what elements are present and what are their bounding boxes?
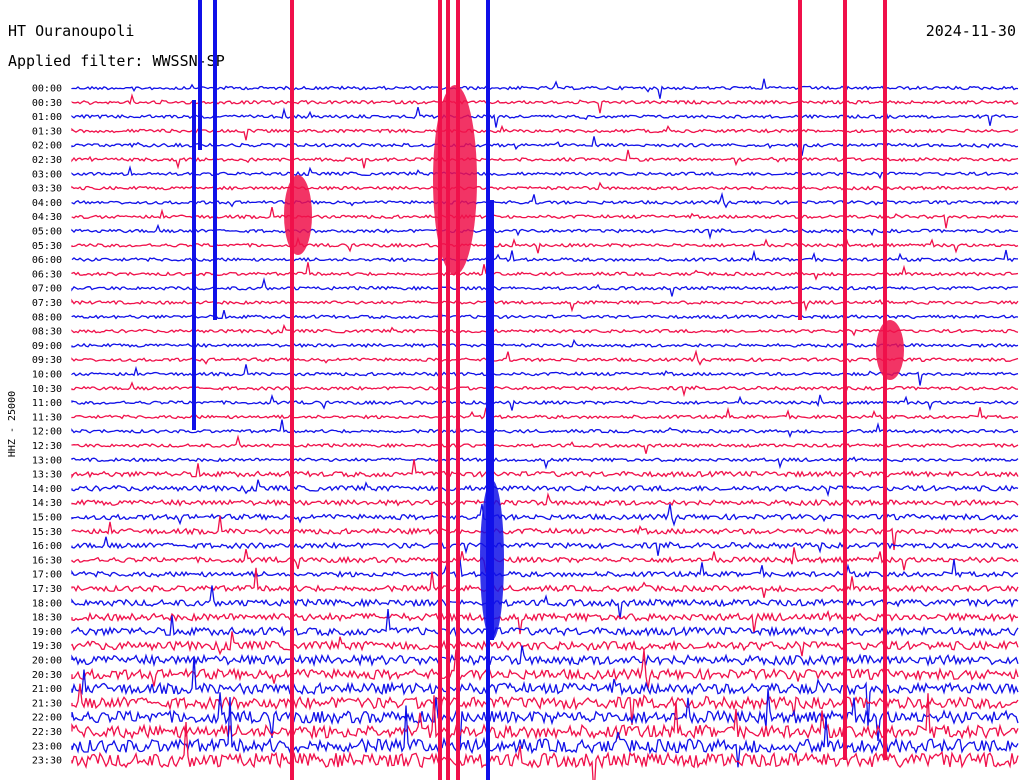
event-spike xyxy=(213,0,217,320)
row-time-label: 23:00 xyxy=(32,741,62,752)
row-time-label: 20:00 xyxy=(32,656,62,667)
trace-line xyxy=(71,609,1019,637)
row-time-label: 11:00 xyxy=(32,398,62,409)
row-time-label: 00:30 xyxy=(32,98,62,109)
row-label-group: 00:00 00:30 01:00 01:30 02:00 02:30 03:00 03:30… xyxy=(32,84,62,767)
row-time-label: 18:30 xyxy=(32,613,62,624)
row-time-label: 19:30 xyxy=(32,641,62,652)
trace-line xyxy=(71,547,1019,573)
row-time-label: 06:00 xyxy=(32,255,62,266)
row-time-label: 12:30 xyxy=(32,441,62,452)
row-time-label: 10:00 xyxy=(32,370,62,381)
row-time-label: 16:00 xyxy=(32,541,62,552)
event-envelope xyxy=(284,175,312,255)
row-time-label: 20:30 xyxy=(32,670,62,681)
event-spike xyxy=(198,0,202,150)
trace-line xyxy=(71,536,1019,556)
row-time-label: 08:30 xyxy=(32,327,62,338)
row-time-label: 14:00 xyxy=(32,484,62,495)
row-time-label: 21:00 xyxy=(32,684,62,695)
trace-line xyxy=(71,479,1019,498)
row-time-label: 16:30 xyxy=(32,555,62,566)
row-time-label: 05:30 xyxy=(32,241,62,252)
event-spike xyxy=(798,0,802,320)
row-time-label: 17:30 xyxy=(32,584,62,595)
row-time-label: 09:00 xyxy=(32,341,62,352)
row-time-label: 14:30 xyxy=(32,498,62,509)
row-time-label: 02:00 xyxy=(32,141,62,152)
trace-line xyxy=(71,349,1019,366)
row-time-label: 03:30 xyxy=(32,184,62,195)
row-time-label: 08:00 xyxy=(32,312,62,323)
row-time-label: 13:00 xyxy=(32,455,62,466)
trace-line xyxy=(71,434,1019,454)
row-time-label: 23:30 xyxy=(32,756,62,767)
row-time-label: 13:30 xyxy=(32,470,62,481)
trace-line xyxy=(71,393,1019,411)
trace-line xyxy=(71,503,1019,527)
row-time-label: 02:30 xyxy=(32,155,62,166)
seismogram-plot: 00:00 00:30 01:00 01:30 02:00 02:30 03:00 03:30… xyxy=(7,0,1019,780)
row-time-label: 00:00 xyxy=(32,84,62,95)
row-time-label: 22:00 xyxy=(32,713,62,724)
y-axis-label: HHZ - 25000 xyxy=(7,391,18,457)
row-time-label: 11:30 xyxy=(32,412,62,423)
trace-line xyxy=(71,338,1019,349)
row-time-label: 22:30 xyxy=(32,727,62,738)
trace-group xyxy=(71,0,1019,780)
row-time-label: 04:30 xyxy=(32,212,62,223)
row-time-label: 10:30 xyxy=(32,384,62,395)
row-time-label: 04:00 xyxy=(32,198,62,209)
row-time-label: 18:00 xyxy=(32,598,62,609)
trace-line xyxy=(71,456,1019,470)
row-time-label: 15:00 xyxy=(32,513,62,524)
event-envelope xyxy=(876,320,904,380)
row-time-label: 05:00 xyxy=(32,227,62,238)
event-envelope xyxy=(433,85,477,275)
trace-line xyxy=(71,406,1019,420)
event-envelope xyxy=(480,480,504,640)
row-time-label: 09:30 xyxy=(32,355,62,366)
row-time-label: 12:00 xyxy=(32,427,62,438)
trace-line xyxy=(71,492,1019,507)
row-time-label: 03:00 xyxy=(32,169,62,180)
trace-line xyxy=(71,419,1019,439)
trace-line xyxy=(71,688,1019,748)
event-spike xyxy=(192,100,196,430)
row-time-label: 01:00 xyxy=(32,112,62,123)
row-time-label: 15:30 xyxy=(32,527,62,538)
event-spike xyxy=(843,0,847,760)
row-time-label: 06:30 xyxy=(32,269,62,280)
event-spike xyxy=(290,0,294,780)
trace-line xyxy=(71,381,1018,398)
trace-line xyxy=(71,364,1019,386)
trace-line xyxy=(71,323,1019,337)
trace-line xyxy=(71,649,1019,689)
event-spike xyxy=(883,0,887,760)
trace-line xyxy=(71,559,1019,579)
row-time-label: 21:30 xyxy=(32,698,62,709)
row-time-label: 07:30 xyxy=(32,298,62,309)
row-time-label: 07:00 xyxy=(32,284,62,295)
row-time-label: 01:30 xyxy=(32,126,62,137)
row-time-label: 19:00 xyxy=(32,627,62,638)
trace-line xyxy=(71,631,1019,657)
event-spike xyxy=(486,0,490,780)
row-time-label: 17:00 xyxy=(32,570,62,581)
